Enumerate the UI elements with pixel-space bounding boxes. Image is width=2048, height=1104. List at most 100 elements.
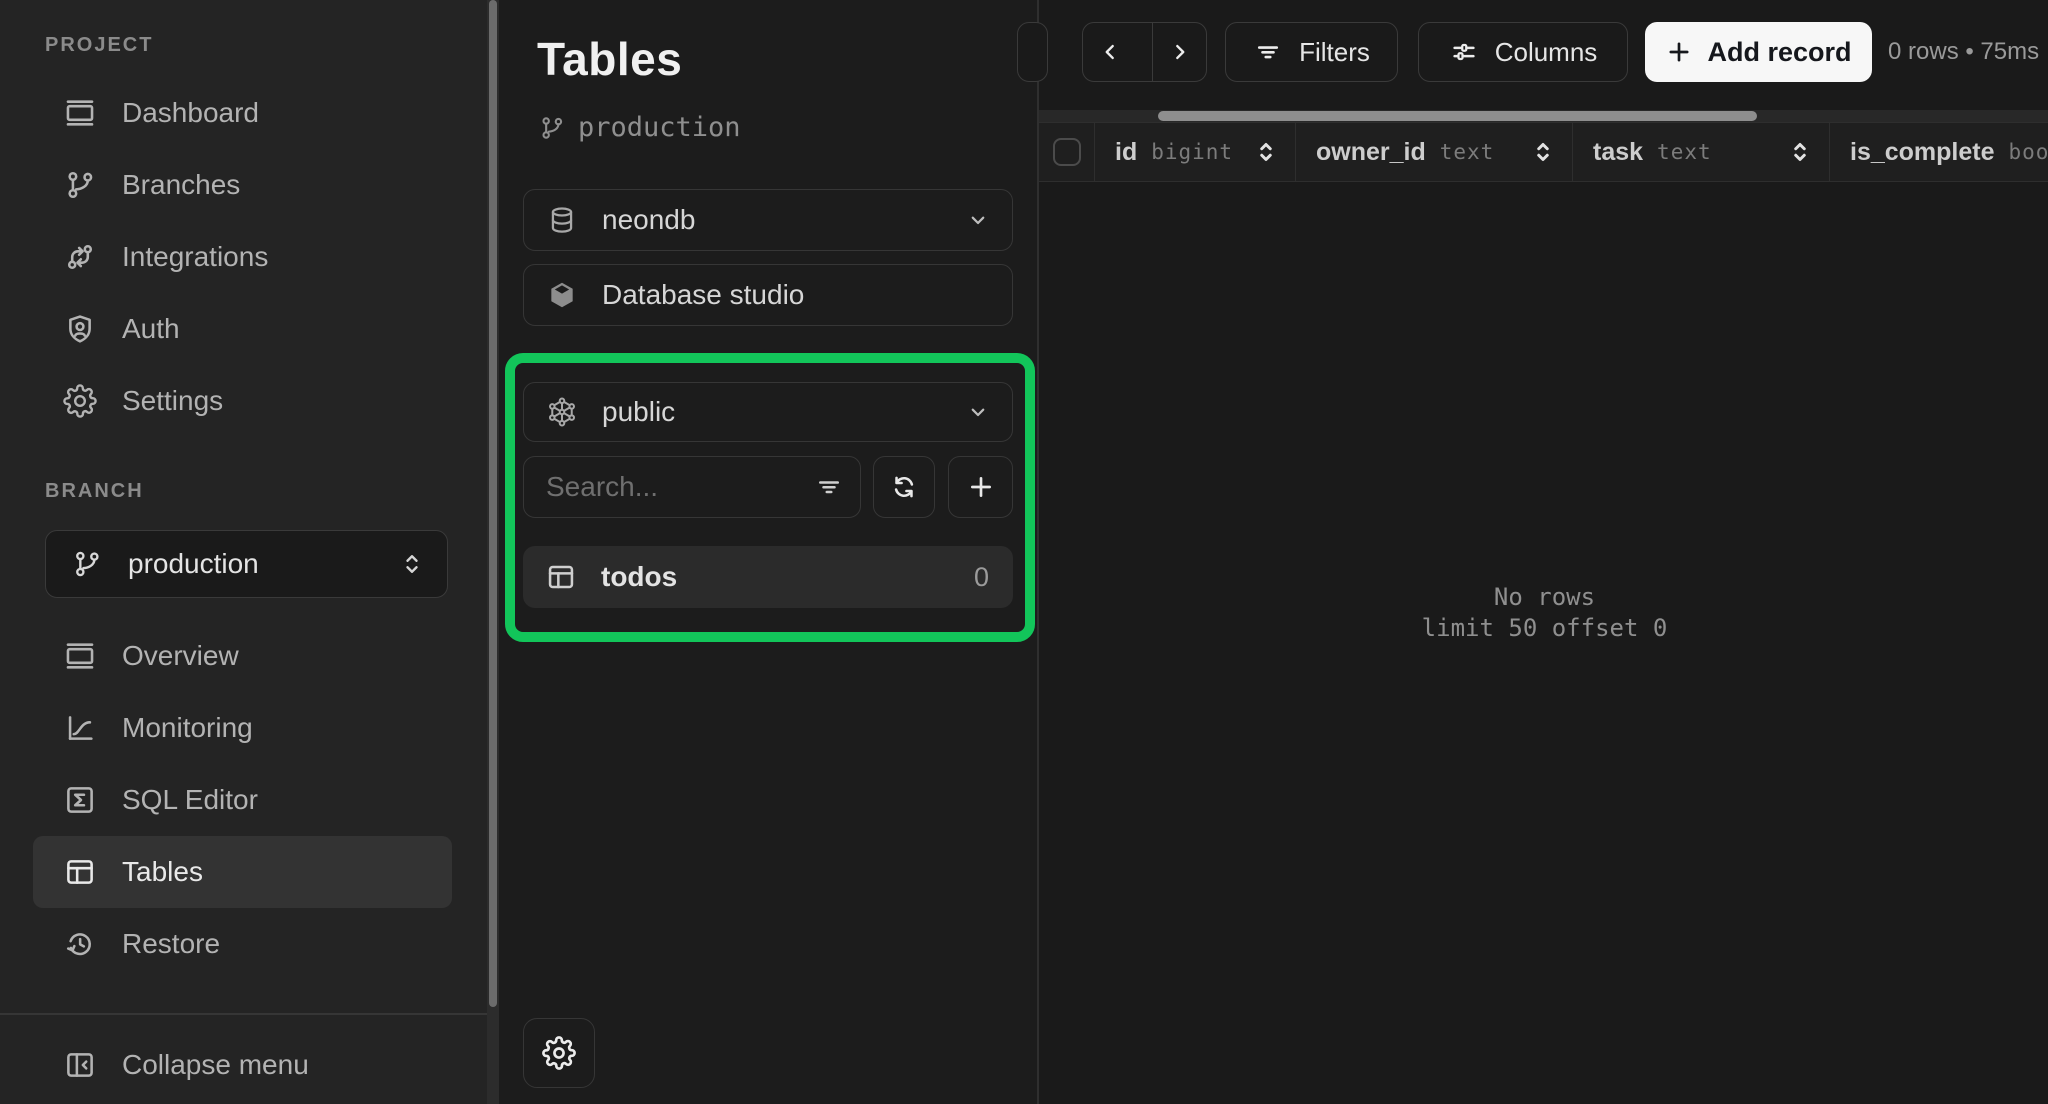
project-section-label: PROJECT	[45, 34, 153, 57]
branch-name: production	[578, 112, 741, 143]
sidebar-item-monitoring[interactable]: Monitoring	[0, 692, 487, 764]
branch-breadcrumb: production	[538, 112, 741, 143]
table-list-item-todos[interactable]: todos 0	[523, 546, 1013, 608]
sidebar-item-label: Branches	[122, 169, 240, 201]
select-all-checkbox[interactable]	[1053, 138, 1081, 166]
sidebar-scrollbar-thumb[interactable]	[489, 0, 497, 1007]
sidebar-item-label: Monitoring	[122, 712, 253, 744]
sidebar-item-dashboard[interactable]: Dashboard	[0, 77, 487, 149]
table-row-count: 0	[974, 562, 989, 593]
sidebar-scrollbar	[487, 0, 499, 1104]
sidebar-item-label: Restore	[122, 928, 220, 960]
column-name: id	[1115, 138, 1137, 167]
page-title: Tables	[537, 32, 682, 86]
sidebar-item-overview[interactable]: Overview	[0, 620, 487, 692]
column-header-task[interactable]: task text	[1573, 123, 1830, 181]
sidebar-item-settings[interactable]: Settings	[0, 365, 487, 437]
schema-selector[interactable]: public	[523, 382, 1013, 442]
integrations-icon	[63, 240, 97, 274]
column-name: is_complete	[1850, 138, 1995, 167]
column-header-id[interactable]: id bigint	[1095, 123, 1296, 181]
collapse-panel-icon	[63, 1048, 97, 1082]
table-icon	[63, 855, 97, 889]
sidebar-item-label: SQL Editor	[122, 784, 258, 816]
table-name: todos	[601, 561, 677, 593]
page-nav-group	[1082, 22, 1207, 82]
plus-icon	[1665, 38, 1693, 66]
data-grid-area: Filters Columns Add record 0 rows • 75ms…	[1037, 0, 2048, 1104]
refresh-icon	[888, 471, 920, 503]
table-search	[523, 456, 861, 518]
dashboard-icon	[63, 96, 97, 130]
sidebar-divider	[0, 1013, 487, 1015]
sidebar-item-label: Tables	[122, 856, 203, 888]
neon-console: PROJECT Dashboard Branches Integrations	[0, 0, 2048, 1104]
cube-icon	[546, 279, 578, 311]
branch-selector[interactable]: production	[45, 530, 448, 598]
collapse-menu-label: Collapse menu	[122, 1049, 309, 1081]
column-type: text	[1440, 140, 1495, 164]
restore-history-icon	[63, 927, 97, 961]
horizontal-scrollbar	[1039, 110, 2048, 122]
database-studio-label: Database studio	[602, 279, 804, 311]
database-studio-button[interactable]: Database studio	[523, 264, 1013, 326]
columns-label: Columns	[1495, 37, 1598, 68]
auth-shield-icon	[63, 312, 97, 346]
sidebar-item-sql-editor[interactable]: SQL Editor	[0, 764, 487, 836]
column-name: owner_id	[1316, 138, 1426, 167]
select-all-cell	[1039, 123, 1095, 181]
sidebar-item-label: Integrations	[122, 241, 268, 273]
git-branch-icon	[63, 168, 97, 202]
sidebar-item-label: Auth	[122, 313, 180, 345]
add-table-button[interactable]	[948, 456, 1013, 518]
filters-button[interactable]: Filters	[1225, 22, 1398, 82]
empty-state: No rows limit 50 offset 0	[1039, 582, 2048, 644]
sidebar-item-tables[interactable]: Tables	[33, 836, 452, 908]
filter-icon[interactable]	[814, 472, 844, 502]
sidebar-item-restore[interactable]: Restore	[0, 908, 487, 980]
add-record-label: Add record	[1707, 37, 1851, 68]
empty-state-line2: limit 50 offset 0	[1039, 613, 2048, 644]
horizontal-scrollbar-thumb[interactable]	[1158, 111, 1757, 121]
columns-button[interactable]: Columns	[1418, 22, 1628, 82]
chevron-down-icon	[964, 206, 992, 234]
chevron-down-icon	[964, 398, 992, 426]
plus-icon	[965, 471, 997, 503]
sidebar-item-auth[interactable]: Auth	[0, 293, 487, 365]
grid-header-row: id bigint owner_id text task text	[1039, 122, 2048, 182]
column-name: task	[1593, 138, 1643, 167]
overview-icon	[63, 639, 97, 673]
sort-icon[interactable]	[1251, 137, 1281, 167]
prev-page-button[interactable]	[1083, 23, 1136, 81]
sidebar-item-label: Dashboard	[122, 97, 259, 129]
project-nav: Dashboard Branches Integrations Auth	[0, 77, 487, 437]
table-icon	[545, 561, 577, 593]
database-selector[interactable]: neondb	[523, 189, 1013, 251]
sql-editor-icon	[63, 783, 97, 817]
sidebar: PROJECT Dashboard Branches Integrations	[0, 0, 487, 1104]
column-header-owner-id[interactable]: owner_id text	[1296, 123, 1573, 181]
collapse-menu-button[interactable]: Collapse menu	[0, 1029, 487, 1101]
database-icon	[546, 204, 578, 236]
sort-icon[interactable]	[1528, 137, 1558, 167]
sidebar-item-label: Overview	[122, 640, 239, 672]
query-stats: 0 rows • 75ms	[1888, 38, 2039, 66]
filters-label: Filters	[1299, 37, 1370, 68]
gear-icon	[542, 1036, 576, 1070]
sidebar-item-branches[interactable]: Branches	[0, 149, 487, 221]
database-name: neondb	[602, 204, 695, 236]
add-record-button[interactable]: Add record	[1645, 22, 1872, 82]
sidebar-item-integrations[interactable]: Integrations	[0, 221, 487, 293]
unfold-chevrons-icon	[397, 549, 427, 579]
toolbar-cropped-button[interactable]	[1017, 22, 1048, 82]
refresh-tables-button[interactable]	[873, 456, 935, 518]
sidebar-item-label: Settings	[122, 385, 223, 417]
table-search-input[interactable]	[546, 471, 814, 503]
monitoring-icon	[63, 711, 97, 745]
sort-icon[interactable]	[1785, 137, 1815, 167]
panel-settings-button[interactable]	[523, 1018, 595, 1088]
git-branch-icon	[71, 548, 103, 580]
git-branch-icon	[538, 114, 566, 142]
column-header-is-complete[interactable]: is_complete bool	[1830, 123, 2048, 181]
next-page-button[interactable]	[1152, 23, 1206, 81]
